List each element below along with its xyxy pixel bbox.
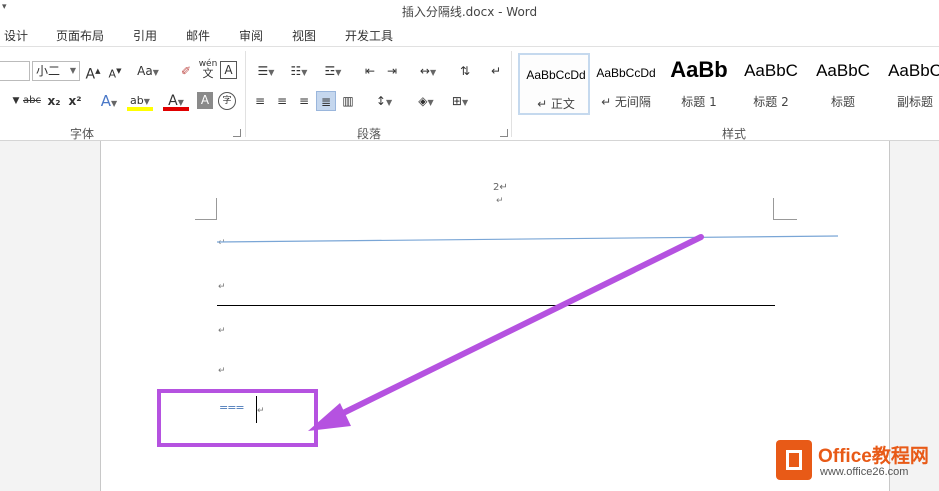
office-logo-icon — [776, 440, 812, 480]
blue-divider-line — [216, 235, 839, 243]
watermark-title: Office教程网 — [818, 446, 929, 467]
annotation-overlay — [216, 234, 839, 431]
annotation-arrow-shaft — [330, 234, 704, 421]
watermark-url: www.office26.com — [820, 466, 909, 478]
annotation-arrow-head-icon — [308, 403, 351, 431]
watermark: Office教程网 www.office26.com — [774, 433, 939, 491]
